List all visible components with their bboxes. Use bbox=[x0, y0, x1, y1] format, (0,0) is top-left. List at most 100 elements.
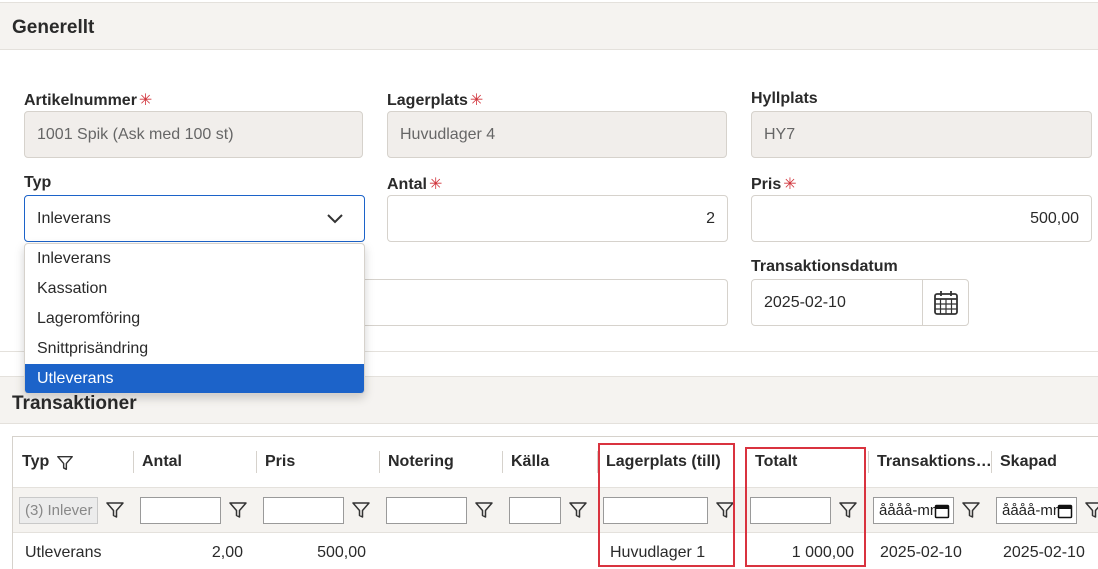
filter-icon[interactable] bbox=[56, 454, 74, 472]
column-header-label: Lagerplats (till) bbox=[606, 453, 721, 470]
typ-select[interactable]: Inleverans bbox=[24, 195, 365, 242]
pris-value: 500,00 bbox=[1030, 210, 1079, 227]
required-icon: ✳ bbox=[469, 92, 484, 109]
column-separator bbox=[502, 451, 503, 473]
antal-filter-input[interactable] bbox=[140, 497, 221, 524]
column-header-label: Antal bbox=[142, 453, 182, 470]
pris-label: Pris ✳ bbox=[751, 174, 797, 194]
lagerplats-field: Huvudlager 4 bbox=[387, 111, 727, 158]
transaktionsdatum-filter-input[interactable]: åååå-mm-dd bbox=[873, 497, 954, 524]
date-filter-placeholder: åååå-mm-dd bbox=[879, 502, 935, 519]
antal-label-text: Antal bbox=[387, 176, 427, 193]
transaktionsdatum-label: Transaktionsdatum bbox=[751, 258, 898, 275]
transaktionsdatum-value: 2025-02-10 bbox=[764, 294, 846, 311]
typ-filter-value: (3) Inlever bbox=[25, 502, 93, 519]
calendar-icon[interactable] bbox=[934, 503, 950, 519]
cell-typ: Utleverans bbox=[25, 544, 102, 561]
lagerplats-label-text: Lagerplats bbox=[387, 92, 468, 109]
required-icon: ✳ bbox=[783, 176, 797, 193]
general-section-header: Generellt bbox=[0, 2, 1098, 50]
column-header-label: Totalt bbox=[755, 453, 798, 470]
cell-pris: 500,00 bbox=[317, 544, 366, 561]
filter-icon[interactable] bbox=[474, 500, 494, 520]
kalla-filter-input[interactable] bbox=[509, 497, 561, 524]
date-filter-placeholder: åååå-mm-dd bbox=[1002, 502, 1058, 519]
pris-filter-input[interactable] bbox=[263, 497, 344, 524]
artikelnummer-label-text: Artikelnummer bbox=[24, 92, 137, 109]
column-header-kalla[interactable]: Källa bbox=[502, 437, 597, 487]
pris-label-text: Pris bbox=[751, 176, 782, 193]
column-header-skapad[interactable]: Skapad bbox=[991, 437, 1098, 487]
artikelnummer-field: 1001 Spik (Ask med 100 st) bbox=[24, 111, 363, 158]
lagerplats-label: Lagerplats ✳ bbox=[387, 90, 483, 110]
transaktionsdatum-input[interactable]: 2025-02-10 bbox=[751, 279, 969, 326]
cell-transaktionsdatum: 2025-02-10 bbox=[880, 544, 962, 561]
antal-input[interactable]: 2 bbox=[387, 195, 728, 242]
column-separator bbox=[746, 451, 747, 473]
column-header-notering[interactable]: Notering bbox=[379, 437, 502, 487]
column-header-label: Källa bbox=[511, 453, 550, 470]
column-separator bbox=[379, 451, 380, 473]
notering-filter-input[interactable] bbox=[386, 497, 467, 524]
column-header-label: Transaktions… bbox=[877, 453, 992, 470]
cell-antal: 2,00 bbox=[211, 544, 243, 561]
column-separator bbox=[868, 451, 869, 473]
lagerplats-value: Huvudlager 4 bbox=[400, 126, 496, 143]
filter-icon[interactable] bbox=[351, 500, 371, 520]
dropdown-option-inleverans[interactable]: Inleverans bbox=[25, 244, 364, 274]
filter-icon[interactable] bbox=[1084, 500, 1098, 520]
pris-input[interactable]: 500,00 bbox=[751, 195, 1092, 242]
filter-row: (3) Inlever åååå-mm-dd åååå-mm-dd bbox=[13, 487, 1098, 533]
filter-icon[interactable] bbox=[105, 500, 125, 520]
typ-filter-input[interactable]: (3) Inlever bbox=[19, 497, 98, 524]
column-header-transaktionsdatum[interactable]: Transaktions… bbox=[868, 437, 992, 487]
chevron-down-icon bbox=[327, 214, 343, 224]
lagerplats-till-filter-input[interactable] bbox=[603, 497, 708, 524]
filter-icon[interactable] bbox=[838, 500, 858, 520]
column-header-totalt[interactable]: Totalt bbox=[746, 437, 868, 487]
typ-select-value: Inleverans bbox=[37, 210, 111, 227]
typ-label: Typ bbox=[24, 174, 52, 191]
totalt-filter-input[interactable] bbox=[750, 497, 831, 524]
general-section-title: Generellt bbox=[12, 17, 95, 38]
dropdown-option-snittprisandring[interactable]: Snittprisändring bbox=[25, 334, 364, 364]
column-separator bbox=[133, 451, 134, 473]
skapad-filter-input[interactable]: åååå-mm-dd bbox=[996, 497, 1077, 524]
column-header-label: Pris bbox=[265, 453, 296, 470]
dropdown-option-kassation[interactable]: Kassation bbox=[25, 274, 364, 304]
hyllplats-value: HY7 bbox=[764, 126, 796, 143]
typ-dropdown-list: Inleverans Kassation Lageromföring Snitt… bbox=[24, 243, 365, 394]
artikelnummer-value: 1001 Spik (Ask med 100 st) bbox=[37, 126, 234, 143]
calendar-button[interactable] bbox=[922, 280, 968, 325]
antal-label: Antal ✳ bbox=[387, 174, 442, 194]
dropdown-option-utleverans[interactable]: Utleverans bbox=[25, 364, 364, 393]
transactions-section-title: Transaktioner bbox=[12, 393, 137, 414]
column-separator bbox=[256, 451, 257, 473]
column-header-lagerplats-till[interactable]: Lagerplats (till) bbox=[597, 437, 746, 487]
cell-lagerplats-till: Huvudlager 1 bbox=[610, 544, 706, 561]
column-header-label: Skapad bbox=[1000, 453, 1057, 470]
dropdown-option-lageromforing[interactable]: Lageromföring bbox=[25, 304, 364, 334]
required-icon: ✳ bbox=[138, 92, 153, 109]
antal-value: 2 bbox=[706, 210, 715, 227]
filter-icon[interactable] bbox=[715, 500, 735, 520]
column-separator bbox=[597, 451, 598, 473]
column-header-label: Notering bbox=[388, 453, 454, 470]
cell-totalt: 1 000,00 bbox=[791, 544, 854, 561]
hyllplats-label: Hyllplats bbox=[751, 90, 818, 107]
hyllplats-field: HY7 bbox=[751, 111, 1092, 158]
cell-skapad: 2025-02-10 bbox=[1003, 544, 1085, 561]
calendar-icon[interactable] bbox=[1057, 503, 1073, 519]
column-header-typ[interactable]: Typ bbox=[13, 437, 133, 487]
column-header-label: Typ bbox=[22, 453, 50, 470]
column-header-antal[interactable]: Antal bbox=[133, 437, 256, 487]
filter-icon[interactable] bbox=[228, 500, 248, 520]
column-header-pris[interactable]: Pris bbox=[256, 437, 379, 487]
transactions-grid: Typ Antal Pris Notering Källa Lagerplats… bbox=[12, 436, 1098, 569]
filter-icon[interactable] bbox=[568, 500, 588, 520]
required-icon: ✳ bbox=[429, 176, 443, 193]
column-separator bbox=[991, 451, 992, 473]
artikelnummer-label: Artikelnummer ✳ bbox=[24, 90, 152, 110]
filter-icon[interactable] bbox=[961, 500, 981, 520]
calendar-icon bbox=[933, 290, 958, 315]
